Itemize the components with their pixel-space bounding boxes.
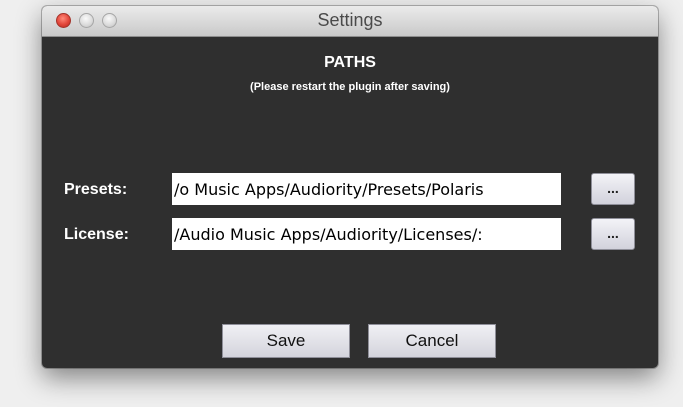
license-label: License: <box>64 226 129 243</box>
license-browse-button[interactable]: ... <box>591 218 635 250</box>
license-path-field[interactable] <box>172 218 561 250</box>
settings-window: Settings PATHS (Please restart the plugi… <box>42 6 658 368</box>
cancel-button[interactable]: Cancel <box>368 324 496 358</box>
save-button[interactable]: Save <box>222 324 350 358</box>
presets-browse-button[interactable]: ... <box>591 173 635 205</box>
presets-label: Presets: <box>64 181 128 198</box>
restart-notice: (Please restart the plugin after saving) <box>250 81 450 93</box>
presets-path-field[interactable] <box>172 173 561 205</box>
title-bar[interactable]: Settings <box>42 6 658 37</box>
paths-heading: PATHS <box>324 54 376 71</box>
window-title: Settings <box>317 10 383 30</box>
